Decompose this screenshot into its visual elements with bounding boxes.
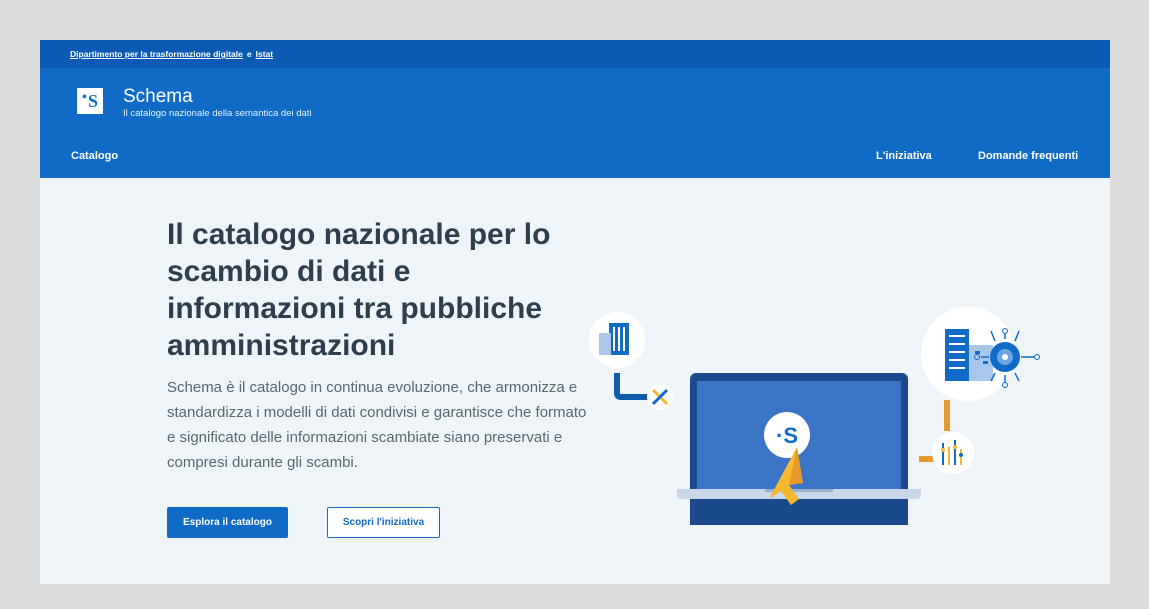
slim-separator: e xyxy=(246,49,252,59)
discover-initiative-button[interactable]: Scopri l'iniziativa xyxy=(327,507,440,538)
nav-catalogo-label: Catalogo xyxy=(71,150,119,162)
brand-title[interactable]: Schema xyxy=(123,86,193,108)
nav-iniziativa[interactable]: L'iniziativa xyxy=(876,150,932,162)
main-nav: Catalogo L'iniziativa Domande frequenti xyxy=(40,150,1110,178)
brand-subtitle: Il catalogo nazionale della semantica de… xyxy=(123,108,312,119)
explore-catalog-button[interactable]: Esplora il catalogo xyxy=(167,507,288,538)
analytics-icon xyxy=(932,432,974,474)
hero-description: Schema è il catalogo in continua evoluzi… xyxy=(167,379,587,471)
center-header: • S Schema Il catalogo nazionale della se… xyxy=(40,68,1110,150)
slim-header: Dipartimento per la trasformazione digit… xyxy=(40,40,1110,68)
nav-domande-frequenti[interactable]: Domande frequenti xyxy=(978,150,1078,162)
istat-link[interactable]: Istat xyxy=(256,49,273,59)
schema-logo[interactable]: • S xyxy=(77,88,103,114)
left-connector xyxy=(614,373,645,400)
svg-text:·S: ·S xyxy=(776,423,798,448)
dipartimento-link[interactable]: Dipartimento per la trasformazione digit… xyxy=(70,49,243,59)
hero-illustration: ·S xyxy=(589,307,1040,525)
laptop-icon: ·S xyxy=(677,373,921,525)
logo-letter: S xyxy=(87,90,98,111)
nav-catalogo[interactable]: Catalogo xyxy=(71,150,118,162)
page-frame: Dipartimento per la trasformazione digit… xyxy=(40,40,1110,584)
nav-domande-label: Domande frequenti xyxy=(978,150,1079,162)
nav-iniziativa-label: L'iniziativa xyxy=(876,150,932,162)
x-mark-icon xyxy=(647,384,673,410)
building-icon xyxy=(589,312,645,368)
hero-title: Il catalogo nazionale per lo scambio di … xyxy=(167,218,551,362)
